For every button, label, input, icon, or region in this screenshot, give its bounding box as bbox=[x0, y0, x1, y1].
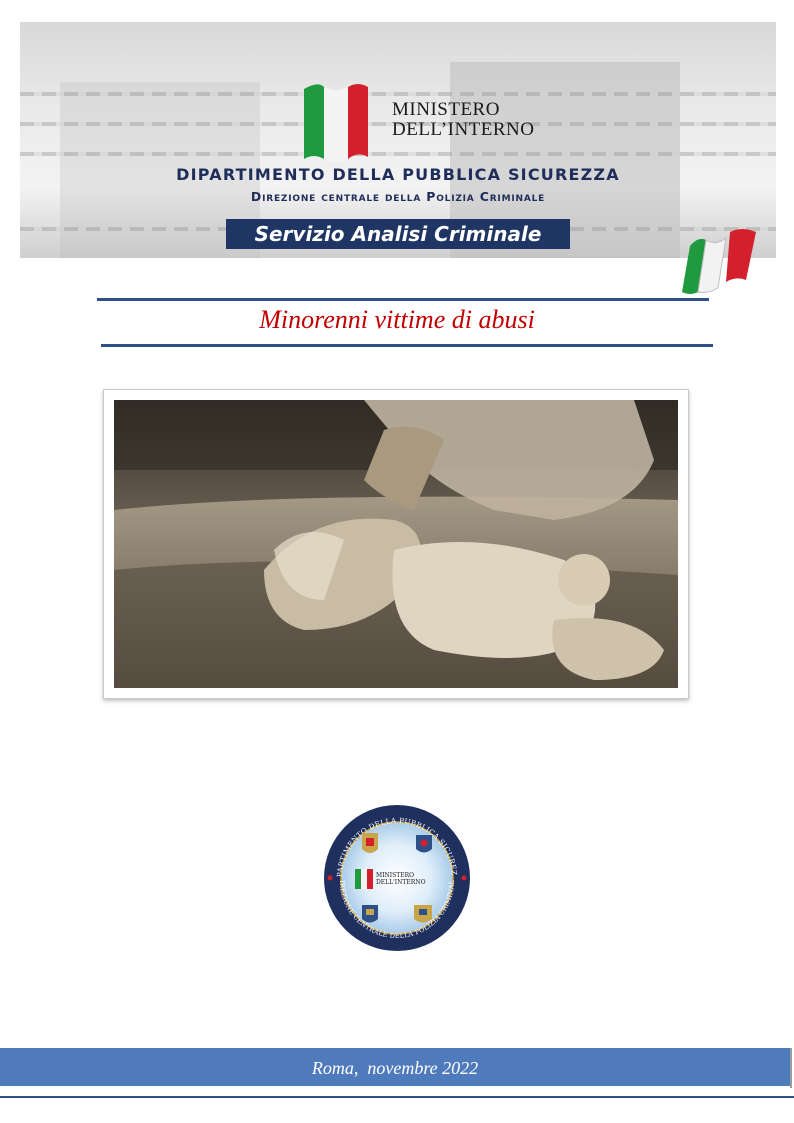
italian-flag-logo-icon bbox=[304, 84, 368, 162]
waving-flag-icon bbox=[682, 229, 756, 294]
document-title: Minorenni vittime di abusi bbox=[259, 305, 535, 334]
directorate-seal-icon: DIPARTIMENTO DELLA PUBBLICA SICUREZZA DI… bbox=[322, 801, 470, 951]
seal-crest-bottom-right bbox=[414, 905, 432, 923]
banner-stripe bbox=[20, 92, 776, 96]
service-label: Servizio Analisi Criminale bbox=[226, 219, 570, 249]
seal-center-line1: MINISTERO bbox=[376, 872, 414, 879]
footer-bar: Roma, novembre 2022 bbox=[0, 1048, 790, 1086]
seal-flag-red bbox=[367, 869, 373, 889]
footer-shadow bbox=[790, 1048, 792, 1088]
ministry-name-line1: MINISTERO bbox=[392, 99, 500, 120]
ministry-name-line2: DELL’INTERNO bbox=[392, 119, 535, 140]
footer-place-date: Roma, novembre 2022 bbox=[311, 1058, 479, 1078]
directorate-text: Direzione centrale della Polizia Crimina… bbox=[250, 189, 546, 204]
banner-stripe bbox=[20, 152, 776, 156]
seal-crest-bottom-left bbox=[362, 905, 378, 923]
ministry-name: MINISTERO DELL’INTERNO bbox=[392, 100, 535, 140]
directorate-name: Direzione centrale della Polizia Crimina… bbox=[20, 189, 776, 204]
footer-bottom-line bbox=[0, 1096, 794, 1098]
header-banner: MINISTERO DELL’INTERNO DIPARTIMENTO DELL… bbox=[20, 22, 776, 258]
seal-flag-green bbox=[355, 869, 361, 889]
seal-flag-white bbox=[361, 869, 367, 889]
seal-crest-top-right bbox=[416, 835, 432, 853]
seal-crest-top-left bbox=[362, 833, 378, 853]
department-name: DIPARTIMENTO DELLA PUBBLICA SICUREZZA bbox=[176, 165, 620, 184]
seal-center-line2: DELL'INTERNO bbox=[376, 879, 426, 886]
title-rule-top bbox=[97, 298, 709, 301]
cover-photo-frame bbox=[103, 389, 689, 699]
cover-photo-child-with-doll bbox=[114, 400, 678, 688]
title-rule-bottom bbox=[101, 344, 713, 347]
